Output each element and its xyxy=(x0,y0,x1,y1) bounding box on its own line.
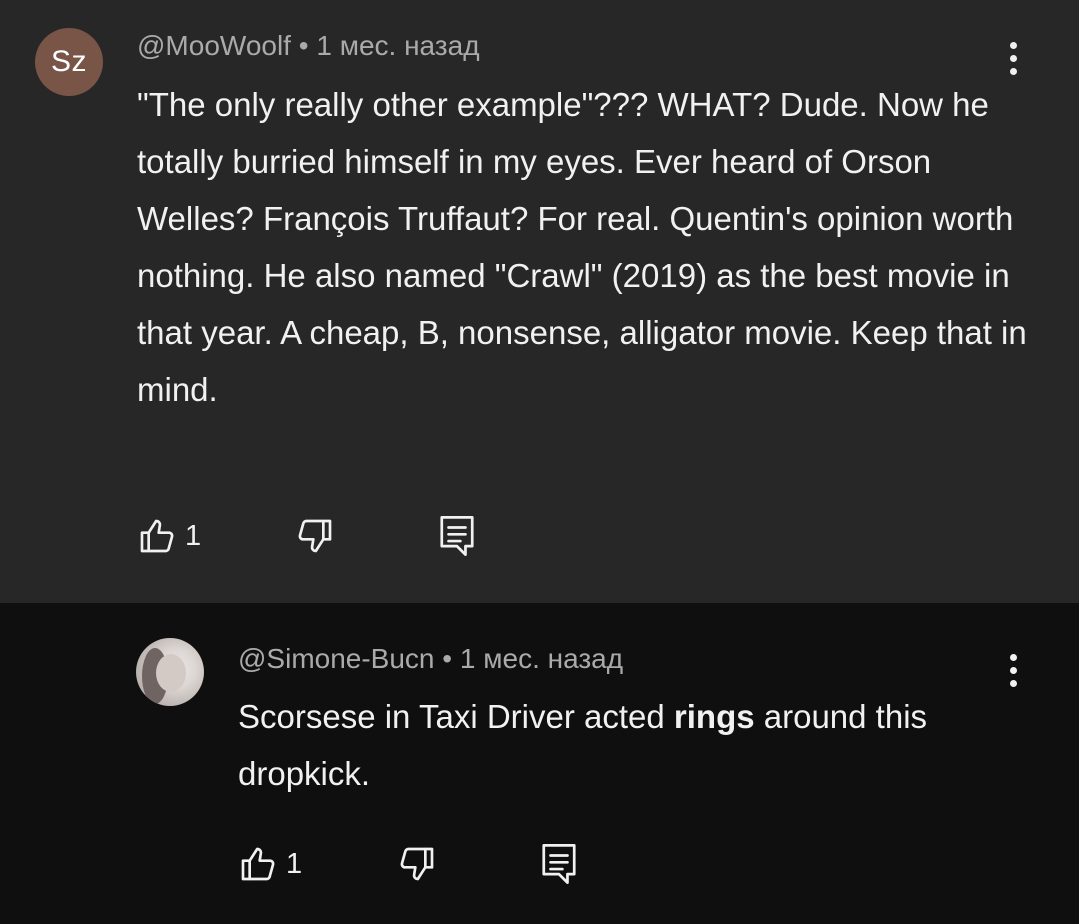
like-count: 1 xyxy=(185,519,202,552)
like-button[interactable]: 1 xyxy=(137,516,201,556)
more-options-button[interactable] xyxy=(993,640,1033,700)
comment-text: "The only really other example"??? WHAT?… xyxy=(137,86,1027,408)
dislike-icon xyxy=(298,519,332,553)
avatar-face xyxy=(156,654,186,692)
reply-button[interactable] xyxy=(438,514,476,558)
more-vertical-icon-dot xyxy=(1009,67,1017,75)
reply-button[interactable] xyxy=(540,842,578,886)
author-name[interactable]: @Simone-Bucn xyxy=(238,643,435,674)
avatar[interactable] xyxy=(136,638,204,706)
reply-icon xyxy=(440,516,474,556)
more-vertical-icon-dot xyxy=(1009,679,1017,687)
author-name[interactable]: @MooWoolf xyxy=(137,30,291,61)
timestamp[interactable]: 1 мес. назад xyxy=(316,30,479,61)
like-icon xyxy=(241,847,275,881)
avatar-initials: Sz xyxy=(50,45,87,78)
more-vertical-icon-dot xyxy=(1009,54,1017,62)
separator: • xyxy=(442,643,453,674)
comment-header: @MooWoolf • 1 мес. назад xyxy=(137,30,480,62)
more-vertical-icon-dot xyxy=(1009,666,1017,674)
comment-text: Scorsese in Taxi Driver acted rings arou… xyxy=(238,688,1038,802)
separator: • xyxy=(298,30,309,61)
like-icon xyxy=(140,519,174,553)
dislike-icon xyxy=(400,847,434,881)
more-options-button[interactable] xyxy=(993,28,1033,88)
reply-icon xyxy=(542,844,576,884)
comment-header: @Simone-Bucn • 1 мес. назад xyxy=(238,643,623,675)
dislike-button[interactable] xyxy=(397,844,437,884)
like-button[interactable]: 1 xyxy=(238,844,302,884)
comment-text-part: Scorsese in Taxi Driver acted xyxy=(238,698,674,735)
dislike-button[interactable] xyxy=(295,516,335,556)
timestamp[interactable]: 1 мес. назад xyxy=(460,643,623,674)
like-count: 1 xyxy=(286,847,303,880)
more-vertical-icon xyxy=(1009,41,1017,49)
avatar[interactable]: Sz xyxy=(35,28,103,96)
comment-text-bold: rings xyxy=(673,698,755,735)
more-vertical-icon xyxy=(1009,653,1017,661)
comment-item: Sz @MooWoolf • 1 мес. назад "The only re… xyxy=(0,0,1079,603)
